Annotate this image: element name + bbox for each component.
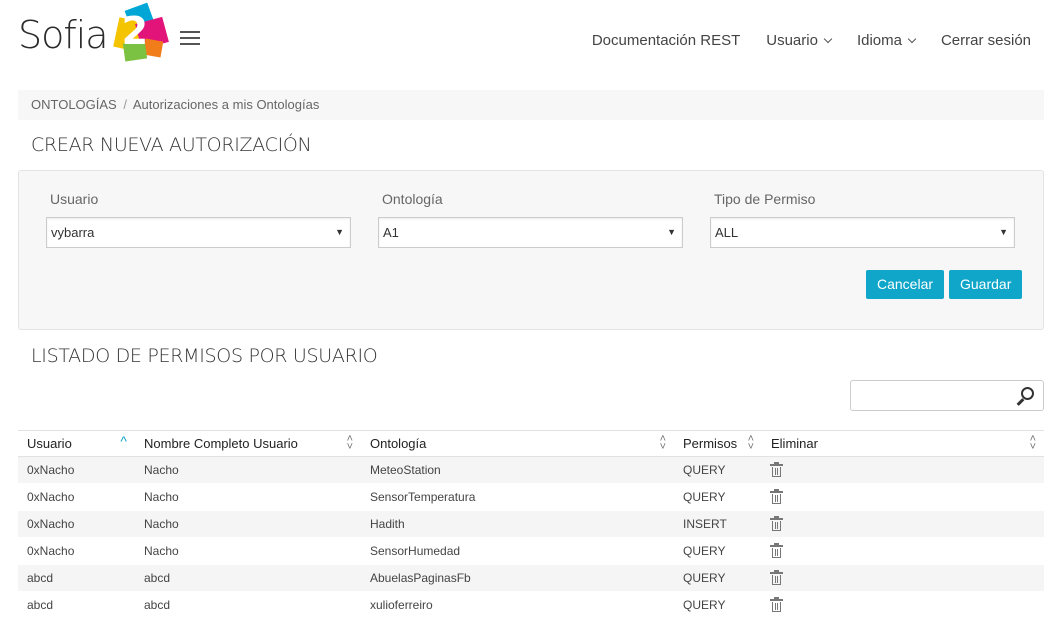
cell-nombre: abcd [135, 591, 361, 619]
sort-icon: ˄ ˅ [1029, 433, 1036, 453]
cell-usuario: 0xNacho [18, 483, 135, 511]
cell-nombre: Nacho [135, 537, 361, 565]
cell-usuario: 0xNacho [18, 510, 135, 538]
cell-ontologia: SensorTemperatura [361, 483, 674, 511]
column-header-permisos[interactable]: Permisos ˄ ˅ [674, 430, 762, 457]
delete-trash-icon[interactable] [770, 597, 783, 613]
breadcrumb-root[interactable]: ONTOLOGÍAS [31, 97, 117, 112]
logo-text: Sofia [18, 13, 109, 57]
cell-usuario: abcd [18, 564, 135, 592]
cell-permisos: QUERY [674, 456, 762, 484]
dropdown-arrow-icon: ▼ [999, 227, 1008, 237]
dropdown-arrow-icon: ▼ [667, 227, 676, 237]
cell-nombre: abcd [135, 564, 361, 592]
save-button[interactable]: Guardar [949, 270, 1023, 299]
ontologia-field: Ontología A1 ▼ [378, 191, 683, 248]
cell-ontologia: AbuelasPaginasFb [361, 564, 674, 592]
column-header-ontologia[interactable]: Ontología ˄ ˅ [361, 430, 674, 457]
table-header-row: Usuario ^ Nombre Completo Usuario ˄ ˅ Ontol… [18, 430, 1044, 457]
logo-mark: 2 [110, 2, 172, 64]
table-row: 0xNacho Nacho SensorTemperatura QUERY [18, 483, 1044, 511]
sort-icon: ˄ ˅ [747, 433, 754, 453]
cell-usuario: 0xNacho [18, 456, 135, 484]
permissions-table: Usuario ^ Nombre Completo Usuario ˄ ˅ Ontol… [18, 430, 1044, 619]
chevron-down-icon [823, 34, 833, 43]
ontologia-select[interactable]: A1 ▼ [378, 217, 683, 248]
cell-nombre: Nacho [135, 483, 361, 511]
table-row: 0xNacho Nacho Hadith INSERT [18, 510, 1044, 538]
nav-cerrar-sesion[interactable]: Cerrar sesión [941, 32, 1031, 49]
cell-permisos: QUERY [674, 537, 762, 565]
breadcrumb: ONTOLOGÍAS / Autorizaciones a mis Ontolo… [18, 90, 1044, 120]
nav-idioma-dropdown[interactable]: Idioma [857, 32, 917, 49]
delete-trash-icon[interactable] [770, 516, 783, 532]
breadcrumb-current: Autorizaciones a mis Ontologías [132, 97, 320, 112]
table-row: 0xNacho Nacho MeteoStation QUERY [18, 456, 1044, 484]
dropdown-arrow-icon: ▼ [335, 227, 344, 237]
cell-ontologia: MeteoStation [361, 456, 674, 484]
sort-icon: ˄ ˅ [346, 433, 353, 453]
permiso-field: Tipo de Permiso ALL ▼ [710, 191, 1015, 248]
delete-trash-icon[interactable] [770, 462, 783, 478]
create-authorization-panel: Usuario vybarra ▼ Ontología A1 ▼ Tipo de… [18, 170, 1044, 330]
cell-ontologia: xulioferreiro [361, 591, 674, 619]
usuario-label: Usuario [50, 191, 99, 207]
chevron-down-icon [907, 34, 917, 43]
cell-usuario: 0xNacho [18, 537, 135, 565]
delete-trash-icon[interactable] [770, 570, 783, 586]
table-row: abcd abcd xulioferreiro QUERY [18, 591, 1044, 619]
cell-permisos: QUERY [674, 483, 762, 511]
logo[interactable]: Sofia 2 [18, 2, 172, 64]
sort-ascending-icon: ^ [120, 433, 127, 449]
list-section-title: LISTADO DE PERMISOS POR USUARIO [31, 345, 378, 367]
table-row: 0xNacho Nacho SensorHumedad QUERY [18, 537, 1044, 565]
table-row: abcd abcd AbuelasPaginasFb QUERY [18, 564, 1044, 592]
nav-documentacion-rest[interactable]: Documentación REST [592, 32, 740, 49]
cell-ontologia: Hadith [361, 510, 674, 538]
sort-icon: ˄ ˅ [659, 433, 666, 453]
breadcrumb-separator: / [123, 97, 127, 112]
cell-permisos: QUERY [674, 564, 762, 592]
permiso-label: Tipo de Permiso [714, 191, 816, 207]
logo-number: 2 [121, 9, 149, 53]
delete-trash-icon[interactable] [770, 489, 783, 505]
top-navigation: Documentación REST Usuario Idioma Cerrar… [592, 32, 1031, 49]
column-header-usuario[interactable]: Usuario ^ [18, 430, 135, 457]
ontologia-label: Ontología [382, 191, 443, 207]
cell-ontologia: SensorHumedad [361, 537, 674, 565]
nav-usuario-dropdown[interactable]: Usuario [766, 32, 833, 49]
menu-toggle-icon[interactable] [180, 31, 200, 47]
cell-usuario: abcd [18, 591, 135, 619]
search-icon[interactable] [1021, 387, 1034, 400]
cell-permisos: QUERY [674, 591, 762, 619]
delete-trash-icon[interactable] [770, 543, 783, 559]
usuario-field: Usuario vybarra ▼ [46, 191, 351, 248]
cell-nombre: Nacho [135, 456, 361, 484]
column-header-eliminar[interactable]: Eliminar ˄ ˅ [762, 430, 1044, 457]
column-header-nombre[interactable]: Nombre Completo Usuario ˄ ˅ [135, 430, 361, 457]
usuario-select[interactable]: vybarra ▼ [46, 217, 351, 248]
cell-permisos: INSERT [674, 510, 762, 538]
create-section-title: CREAR NUEVA AUTORIZACIÓN [31, 134, 312, 156]
cancel-button[interactable]: Cancelar [866, 270, 945, 299]
cell-nombre: Nacho [135, 510, 361, 538]
search-input[interactable] [850, 380, 1044, 411]
permiso-select[interactable]: ALL ▼ [710, 217, 1015, 248]
